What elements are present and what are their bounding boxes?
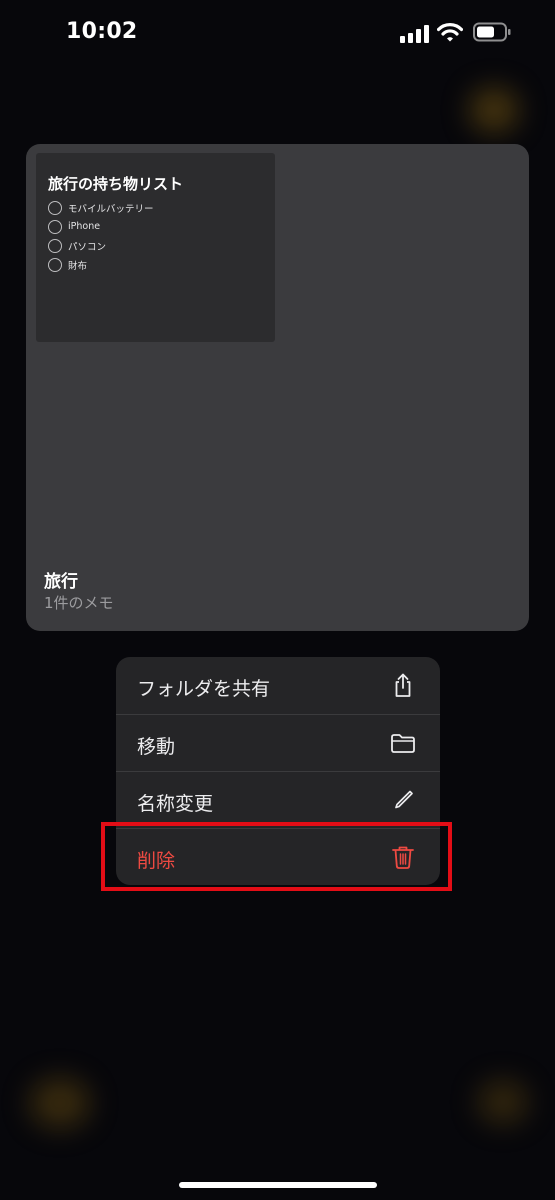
folder-name: 旅行 [44,572,78,592]
home-indicator[interactable] [179,1182,377,1188]
checklist-item-text: モバイルバッテリー [68,203,154,215]
folder-note-count: 1件のメモ [44,594,114,612]
checkbox-circle-icon [48,257,62,272]
menu-item-label: フォルダを共有 [137,678,271,700]
background-glow [478,1080,528,1124]
wifi-icon [437,23,463,42]
note-preview: 旅行の持ち物リスト モバイルバッテリー iPhone パソコン 財布 [36,153,275,342]
checkbox-circle-icon [48,200,62,215]
background-glow [30,1078,90,1128]
folder-card[interactable]: 旅行の持ち物リスト モバイルバッテリー iPhone パソコン 財布 旅行 1件… [26,144,529,631]
checklist: モバイルバッテリー iPhone パソコン 財布 [48,198,154,274]
background-glow [470,88,518,132]
checklist-item: iPhone [48,217,154,236]
checklist-item-text: パソコン [68,241,107,253]
menu-item-label: 名称変更 [137,793,214,815]
status-bar: 10:02 [0,0,555,66]
signal-icon [400,23,430,43]
move-menu-item[interactable]: 移動 [116,715,440,772]
delete-highlight-box [101,822,452,891]
checklist-item: パソコン [48,236,154,255]
menu-item-label: 移動 [137,736,176,758]
rename-menu-item[interactable]: 名称変更 [116,772,440,829]
checkbox-circle-icon [48,238,62,253]
share-icon [395,673,411,697]
folder-icon [391,734,415,753]
checklist-item-text: iPhone [68,221,101,232]
checkbox-circle-icon [48,219,62,234]
status-time: 10:02 [66,19,138,44]
checklist-item-text: 財布 [68,260,88,272]
note-title: 旅行の持ち物リスト [48,175,184,193]
share-folder-menu-item[interactable]: フォルダを共有 [116,657,440,714]
checklist-item: 財布 [48,255,154,274]
battery-icon [473,22,511,42]
pencil-icon [395,790,413,809]
checklist-item: モバイルバッテリー [48,198,154,217]
